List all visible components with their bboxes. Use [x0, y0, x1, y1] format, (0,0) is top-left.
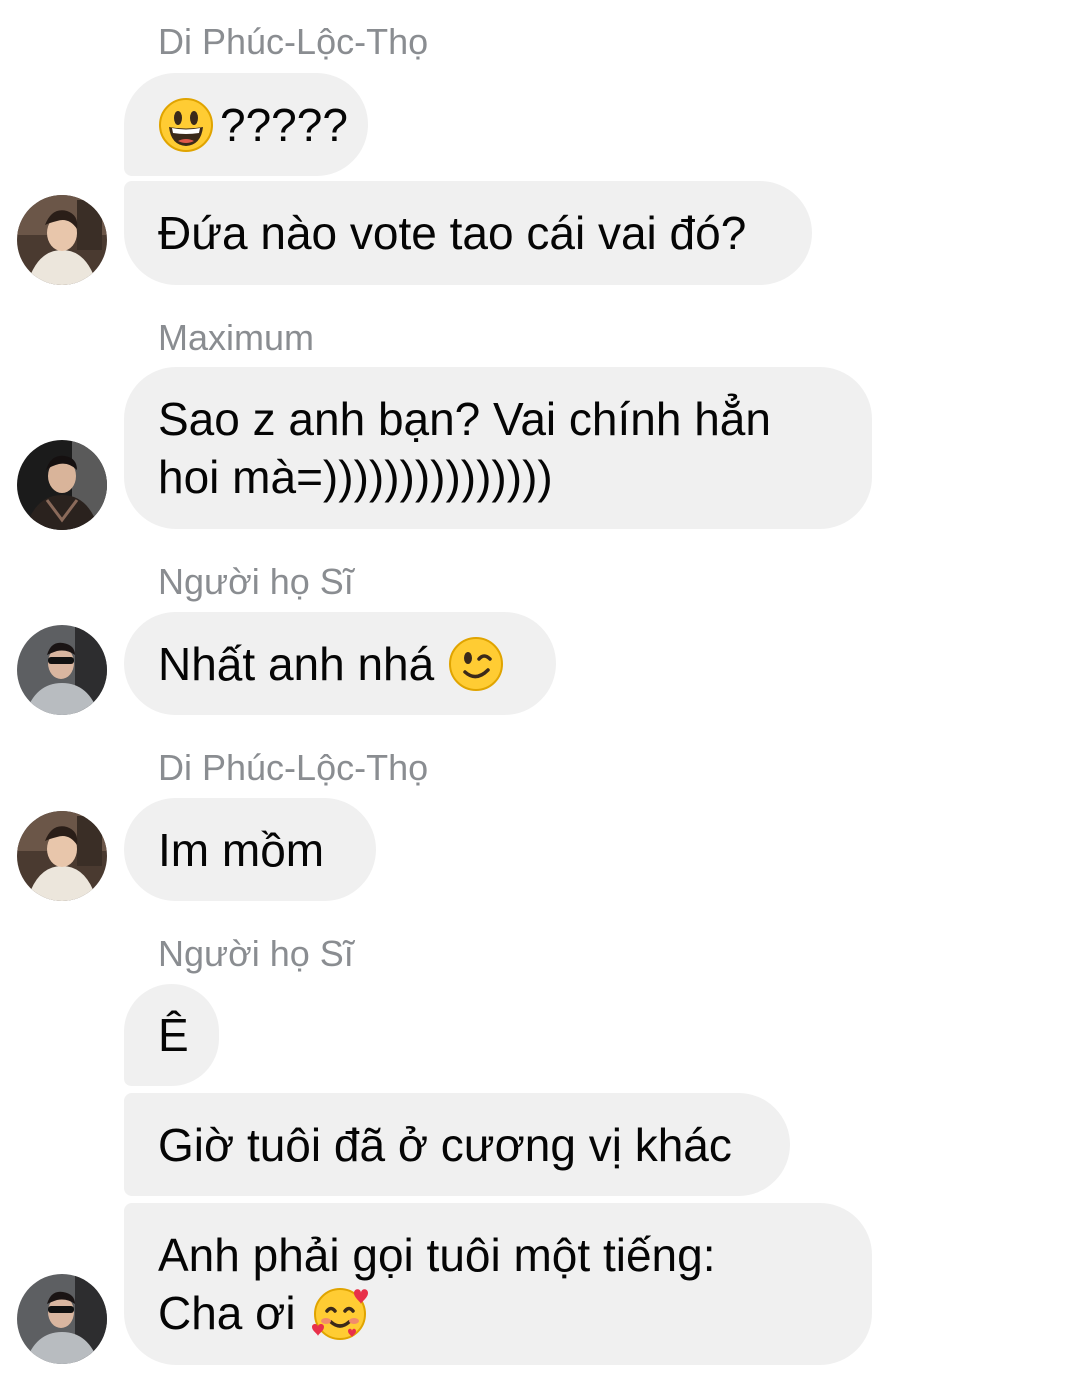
message-text: Nhất anh nhá	[158, 637, 435, 690]
smiling-face-with-hearts-icon	[310, 1285, 370, 1341]
message-text: Cha ơi	[158, 1287, 296, 1339]
message-bubble[interactable]: Sao z anh bạn? Vai chính hẳn hoi mà=))))…	[124, 367, 872, 529]
message-bubble[interactable]: Giờ tuôi đã ở cương vị khác	[124, 1093, 790, 1196]
message-bubble[interactable]: Nhất anh nhá	[124, 612, 556, 715]
grinning-face-icon	[158, 97, 214, 153]
message-text: Giờ tuôi đã ở cương vị khác	[158, 1118, 732, 1171]
message-text: Sao z anh bạn? Vai chính hẳn	[158, 393, 771, 445]
message-text: Ê	[158, 1009, 189, 1061]
avatar[interactable]	[17, 811, 107, 901]
sender-name: Người họ Sĩ	[158, 561, 354, 602]
message-bubble[interactable]: Anh phải gọi tuôi một tiếng: Cha ơi	[124, 1203, 872, 1365]
avatar[interactable]	[17, 195, 107, 285]
avatar[interactable]	[17, 1274, 107, 1364]
winking-face-icon	[448, 636, 504, 692]
message-bubble[interactable]: Đứa nào vote tao cái vai đó?	[124, 181, 812, 285]
message-text: Đứa nào vote tao cái vai đó?	[158, 207, 747, 259]
message-line: Cha ơi	[158, 1284, 376, 1342]
message-text: Anh phải gọi tuôi một tiếng:	[158, 1229, 716, 1281]
sender-name: Người họ Sĩ	[158, 933, 354, 974]
message-text: hoi mà=)))))))))))))))	[158, 451, 553, 503]
sender-name: Di Phúc-Lộc-Thọ	[158, 747, 429, 788]
message-bubble[interactable]: ?????	[124, 73, 368, 176]
message-text: ?????	[220, 98, 348, 151]
message-bubble[interactable]: Im mồm	[124, 798, 376, 901]
message-bubble[interactable]: Ê	[124, 984, 219, 1086]
sender-name: Maximum	[158, 317, 315, 358]
message-text: Im mồm	[158, 823, 325, 876]
sender-name: Di Phúc-Lộc-Thọ	[158, 21, 429, 62]
avatar[interactable]	[17, 440, 107, 530]
avatar[interactable]	[17, 625, 107, 715]
